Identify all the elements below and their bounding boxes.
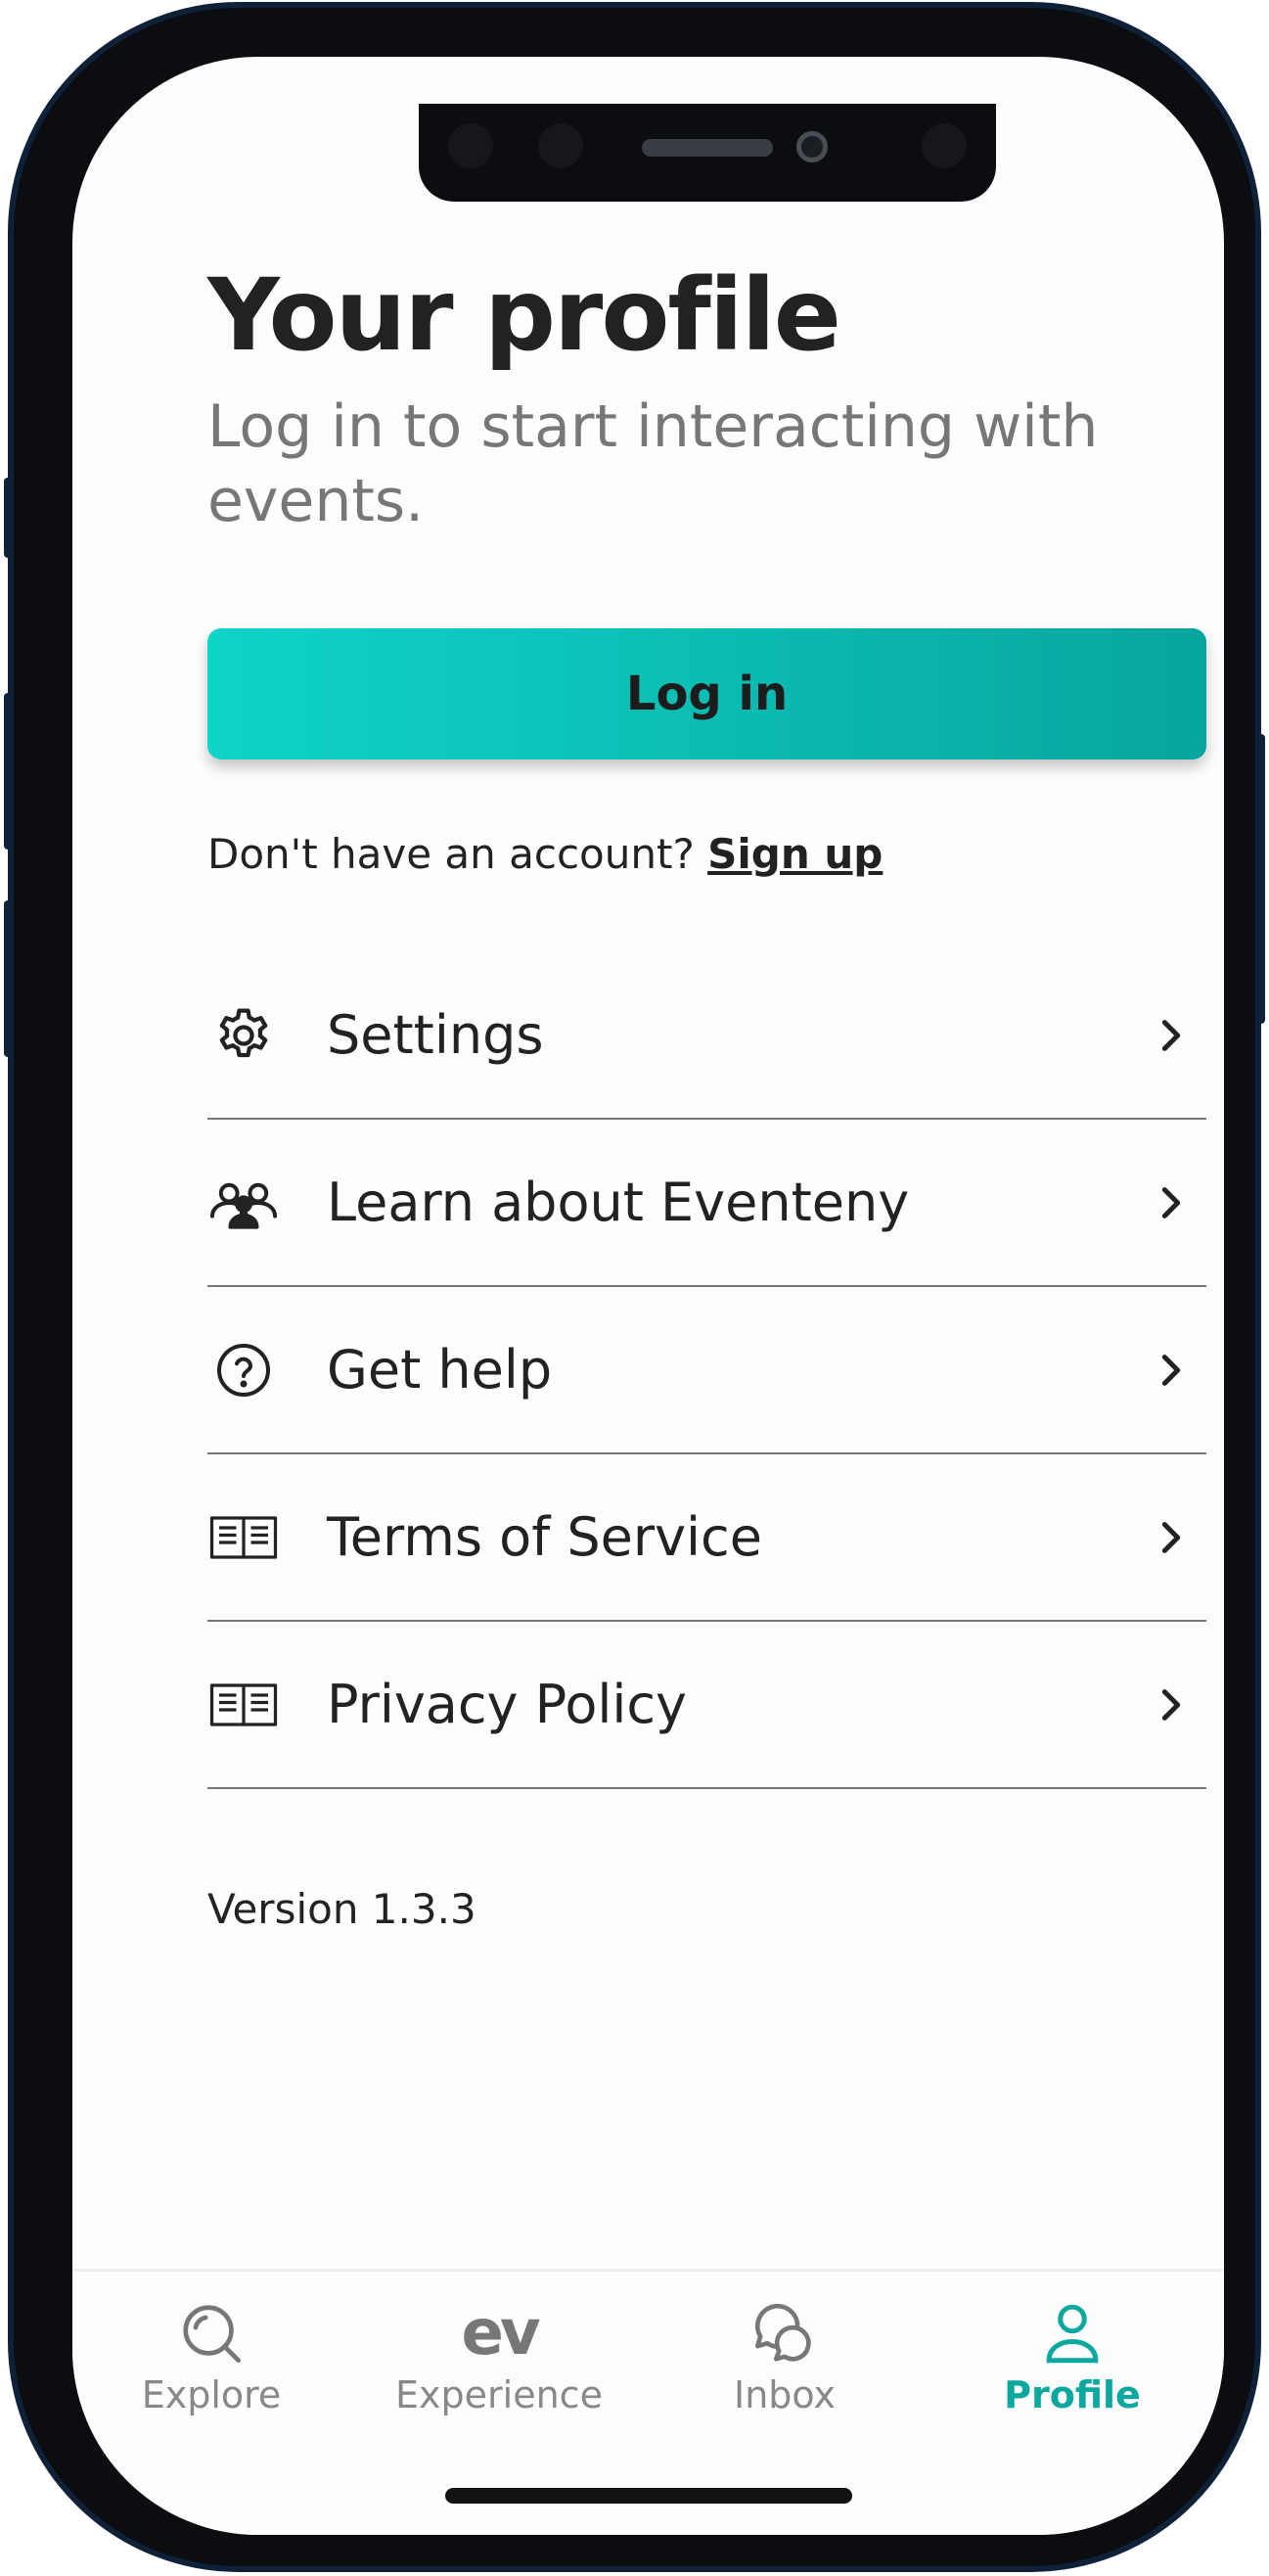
search-icon xyxy=(183,2305,242,2364)
side-button-volume-up xyxy=(4,693,14,850)
tab-label: Profile xyxy=(1004,2373,1141,2416)
earpiece-speaker xyxy=(642,139,773,157)
help-circle-icon xyxy=(207,1334,280,1406)
book-icon xyxy=(207,1501,280,1574)
front-sensor xyxy=(448,123,493,168)
side-button-power xyxy=(1255,734,1265,1024)
signup-link[interactable]: Sign up xyxy=(707,830,883,878)
front-sensor xyxy=(538,123,583,168)
tab-profile[interactable]: Profile xyxy=(955,2299,1190,2436)
menu-item-label: Settings xyxy=(327,1004,544,1066)
tab-explore[interactable]: Explore xyxy=(94,2299,329,2436)
chevron-right-icon xyxy=(1161,1688,1181,1721)
gear-icon xyxy=(207,999,280,1072)
chevron-right-icon xyxy=(1161,1186,1181,1219)
menu-item-label: Get help xyxy=(327,1339,553,1401)
front-sensor xyxy=(922,123,967,168)
menu-item-get-help[interactable]: Get help xyxy=(207,1287,1206,1454)
book-icon xyxy=(207,1669,280,1741)
tab-label: Experience xyxy=(395,2373,603,2416)
tab-label: Inbox xyxy=(734,2373,836,2416)
menu-item-settings[interactable]: Settings xyxy=(207,952,1206,1120)
group-icon xyxy=(207,1167,280,1239)
app-version: Version 1.3.3 xyxy=(207,1885,476,1933)
page-subtitle: Log in to start interacting with events. xyxy=(207,392,1099,535)
menu-item-privacy[interactable]: Privacy Policy xyxy=(207,1622,1206,1789)
menu-item-terms[interactable]: Terms of Service xyxy=(207,1454,1206,1622)
front-camera xyxy=(796,131,828,162)
home-indicator xyxy=(445,2488,852,2504)
menu-item-label: Terms of Service xyxy=(327,1506,762,1568)
signup-prompt-text: Don't have an account? xyxy=(207,830,695,878)
menu-item-label: Privacy Policy xyxy=(327,1674,688,1735)
phone-screen: Your profile Log in to start interacting… xyxy=(72,57,1224,2535)
phone-frame: Your profile Log in to start interacting… xyxy=(8,2,1261,2572)
page-title: Your profile xyxy=(207,257,841,374)
side-button-mute xyxy=(4,478,14,558)
chat-bubbles-icon xyxy=(754,2304,811,2362)
tab-experience[interactable]: ev Experience xyxy=(382,2299,616,2436)
menu-item-learn-about[interactable]: Learn about Eventeny xyxy=(207,1120,1206,1287)
chevron-right-icon xyxy=(1161,1354,1181,1386)
profile-menu: Settings Learn about Eventeny Get help T… xyxy=(207,952,1206,1789)
person-icon xyxy=(1046,2304,1099,2364)
menu-item-label: Learn about Eventeny xyxy=(327,1172,910,1233)
side-button-volume-down xyxy=(4,900,14,1057)
phone-notch xyxy=(419,104,996,202)
ev-logo-icon: ev xyxy=(461,2297,540,2369)
chevron-right-icon xyxy=(1161,1019,1181,1051)
chevron-right-icon xyxy=(1161,1521,1181,1553)
tab-inbox[interactable]: Inbox xyxy=(667,2299,902,2436)
login-button[interactable]: Log in xyxy=(207,628,1206,759)
tab-label: Explore xyxy=(141,2373,282,2416)
signup-prompt: Don't have an account? Sign up xyxy=(207,830,883,878)
